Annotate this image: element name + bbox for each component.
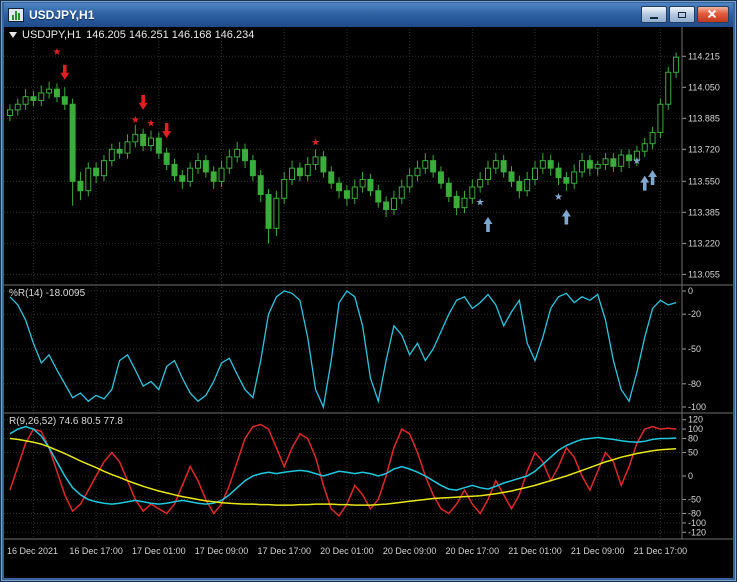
svg-text:0: 0 xyxy=(688,471,693,481)
svg-text:21 Dec 01:00: 21 Dec 01:00 xyxy=(508,546,562,556)
svg-text:20 Dec 09:00: 20 Dec 09:00 xyxy=(383,546,437,556)
chart-window: USDJPY,H1 114.215 114.050 113.885 113.720 11… xyxy=(0,0,737,582)
buy-star-icon: ★ xyxy=(476,198,485,209)
svg-text:113.385: 113.385 xyxy=(688,207,720,217)
svg-text:-120: -120 xyxy=(688,527,706,537)
svg-text:113.220: 113.220 xyxy=(688,238,720,248)
svg-text:114.215: 114.215 xyxy=(688,51,720,61)
chart-client-area[interactable]: 114.215 114.050 113.885 113.720 113.550 113.3… xyxy=(4,27,733,578)
svg-text:17 Dec 17:00: 17 Dec 17:00 xyxy=(257,546,311,556)
chart-canvas[interactable]: 114.215 114.050 113.885 113.720 113.550 113.3… xyxy=(4,27,733,578)
buy-star-icon: ★ xyxy=(632,156,641,167)
svg-text:20 Dec 01:00: 20 Dec 01:00 xyxy=(320,546,374,556)
svg-text:16 Dec 17:00: 16 Dec 17:00 xyxy=(69,546,123,556)
svg-text:21 Dec 09:00: 21 Dec 09:00 xyxy=(571,546,625,556)
svg-text:-50: -50 xyxy=(688,344,701,354)
wpr-indicator-label: %R(14) -18.0095 xyxy=(9,288,86,299)
sell-star-icon: ★ xyxy=(311,137,320,148)
buy-star-icon: ★ xyxy=(554,192,563,203)
restore-button[interactable] xyxy=(669,6,695,23)
svg-text:17 Dec 09:00: 17 Dec 09:00 xyxy=(195,546,249,556)
restore-down-icon xyxy=(678,11,686,18)
minimize-icon xyxy=(650,17,658,19)
svg-text:113.055: 113.055 xyxy=(688,269,720,279)
svg-text:113.720: 113.720 xyxy=(688,144,720,154)
ohlc-values: 146.205 146.251 146.168 146.234 xyxy=(86,29,255,41)
svg-text:16 Dec 2021: 16 Dec 2021 xyxy=(7,546,58,556)
chart-window-icon xyxy=(8,8,24,22)
svg-text:-100: -100 xyxy=(688,402,706,412)
svg-text:0: 0 xyxy=(688,286,693,296)
svg-text:17 Dec 01:00: 17 Dec 01:00 xyxy=(132,546,186,556)
symbol-period-label: USDJPY,H1 xyxy=(22,29,82,41)
svg-text:113.550: 113.550 xyxy=(688,176,720,186)
ohlc-readout: USDJPY,H1 146.205 146.251 146.168 146.23… xyxy=(9,29,254,41)
window-title: USDJPY,H1 xyxy=(29,8,95,22)
svg-text:-20: -20 xyxy=(688,309,701,319)
sell-star-icon: ★ xyxy=(52,47,61,58)
sell-star-icon: ★ xyxy=(131,115,140,126)
svg-text:-80: -80 xyxy=(688,379,701,389)
svg-text:50: 50 xyxy=(688,448,698,458)
svg-text:-50: -50 xyxy=(688,494,701,504)
svg-text:80: 80 xyxy=(688,433,698,443)
svg-text:114.050: 114.050 xyxy=(688,82,720,92)
sell-star-icon: ★ xyxy=(147,119,156,130)
oscillator-indicator-label: R(9,26,52) 74.6 80.5 77.8 xyxy=(9,416,123,427)
close-button[interactable] xyxy=(697,6,729,23)
window-controls xyxy=(641,6,729,23)
svg-text:113.885: 113.885 xyxy=(688,113,720,123)
down-triangle-icon[interactable] xyxy=(9,32,17,38)
svg-text:21 Dec 17:00: 21 Dec 17:00 xyxy=(634,546,688,556)
minimize-button[interactable] xyxy=(641,6,667,23)
window-titlebar[interactable]: USDJPY,H1 xyxy=(4,3,733,27)
svg-text:20 Dec 17:00: 20 Dec 17:00 xyxy=(446,546,500,556)
